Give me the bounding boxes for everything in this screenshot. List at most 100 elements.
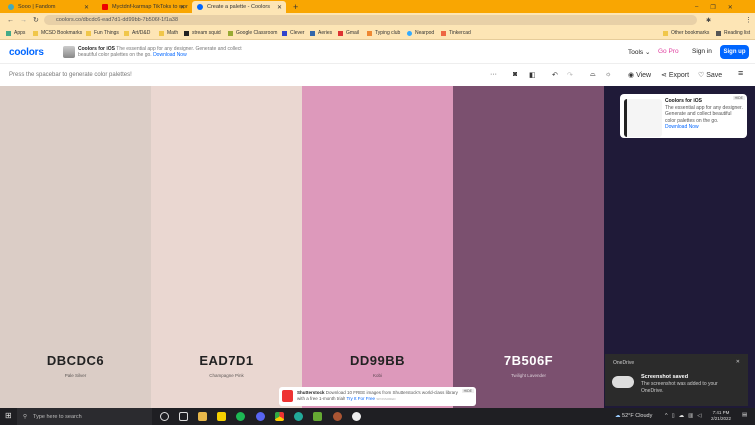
color-hex[interactable]: 7B506F <box>453 353 604 368</box>
color-column[interactable]: EAD7D1 Champagne Pink <box>151 86 302 408</box>
discord-icon[interactable] <box>256 412 265 421</box>
address-bar-row: ← → ↻ coolors.co/dbcdc6-ead7d1-dd99bb-7b… <box>0 13 755 27</box>
color-name: Pale Silver <box>64 373 87 378</box>
go-pro-link[interactable]: Go Pro <box>658 48 679 55</box>
taskbar-search[interactable]: ⚲ Type here to search <box>17 408 152 425</box>
sign-in-link[interactable]: Sign in <box>692 48 712 55</box>
redo-icon[interactable]: ↷ <box>567 71 573 79</box>
color-column[interactable]: 7B506F Twilight Lavender <box>453 86 604 408</box>
minecraft-icon[interactable] <box>313 412 322 421</box>
bookmark[interactable]: Tinkercad <box>441 30 471 36</box>
penguin-app-icon[interactable] <box>352 412 361 421</box>
onedrive-app-label: OneDrive <box>613 360 635 366</box>
bookmark[interactable]: Nearpod <box>407 30 434 36</box>
app-icon[interactable] <box>333 412 342 421</box>
close-icon[interactable]: ✕ <box>277 4 282 11</box>
back-icon[interactable]: ← <box>7 17 14 24</box>
extensions-icon[interactable]: ✱ <box>706 17 711 24</box>
download-link[interactable]: Download Now <box>153 52 187 58</box>
app-thumbnail <box>63 46 75 58</box>
bookmark[interactable]: Typing club <box>367 30 400 36</box>
export-button[interactable]: ⋖ Export <box>661 71 689 79</box>
bookmark[interactable]: Google Classroom <box>228 30 277 36</box>
color-name: Twilight Lavender <box>510 373 547 378</box>
system-tray-icons[interactable]: ^▯☁▥◁ <box>665 413 706 419</box>
color-name: Champagne Pink <box>209 373 244 378</box>
tools-menu[interactable]: Tools ⌄ <box>628 48 650 56</box>
bookmark[interactable]: stream squid <box>184 30 221 36</box>
bookmarks-bar: Apps MCSD Bookmarks Fun Things Art/D&D M… <box>0 27 755 40</box>
notifications-icon[interactable]: ▤ <box>742 412 747 418</box>
bookmark[interactable]: Art/D&D <box>124 30 150 36</box>
ad-text: The essential app for any designer. Gene… <box>665 104 743 124</box>
clock[interactable]: 7:41 PM 2/21/2022 <box>711 410 731 422</box>
ad-download-link[interactable]: Download Now <box>665 124 699 130</box>
try-free-link[interactable]: Try It For Free <box>346 396 375 401</box>
site-header: coolors Coolors for iOS The essential ap… <box>0 40 755 64</box>
tab-coolors[interactable]: Create a palette - Coolors ✕ <box>192 1 286 13</box>
url-input[interactable]: coolors.co/dbcdc6-ead7d1-dd99bb-7b506f-1… <box>44 15 697 25</box>
more-options-button[interactable]: ··· <box>490 71 497 78</box>
color-column[interactable]: DBCDC6 Pale Silver <box>0 86 151 408</box>
bookmark[interactable]: Aeries <box>310 30 332 36</box>
notification-title: Screenshot saved <box>641 374 689 380</box>
sign-up-button[interactable]: Sign up <box>720 45 749 59</box>
save-button[interactable]: ♡ Save <box>698 71 722 79</box>
undo-icon[interactable]: ↶ <box>552 71 558 79</box>
menu-icon[interactable]: ⋮ <box>745 16 752 24</box>
shutterstock-ad[interactable]: Shutterstock Download 10 FREE images fro… <box>279 387 476 406</box>
minimize-icon[interactable]: – <box>695 4 698 10</box>
heart-icon: ♡ <box>698 72 705 79</box>
reading-list[interactable]: Reading list <box>716 30 750 36</box>
tab-youtube[interactable]: Myctdnf-karmap TikToks to wor ✕ <box>97 1 189 13</box>
file-explorer-icon[interactable] <box>198 412 207 421</box>
close-icon[interactable]: ✕ <box>736 359 740 365</box>
phone-mockup-image <box>624 99 662 137</box>
notification-text: The screenshot was added to your OneDriv… <box>641 381 718 394</box>
bookmark[interactable]: Gmail <box>338 30 359 36</box>
hide-ad-button[interactable]: HIDE <box>732 96 745 100</box>
ios-ad-card[interactable]: Coolors for iOS The essential app for any… <box>620 94 747 138</box>
color-hex[interactable]: DD99BB <box>302 353 453 368</box>
brightness-icon[interactable]: ☼ <box>605 71 611 78</box>
glasses-icon[interactable]: ⌓ <box>590 71 596 79</box>
close-icon[interactable]: ✕ <box>180 4 185 11</box>
task-view-icon[interactable] <box>179 412 188 421</box>
tab-bar: Sooo | Fandom ✕ Myctdnf-karmap TikToks to… <box>0 0 755 13</box>
cortana-icon[interactable] <box>160 412 169 421</box>
onedrive-notification[interactable]: OneDrive ✕ Screenshot saved The screensh… <box>605 354 748 406</box>
coolors-logo[interactable]: coolors <box>9 47 44 58</box>
coolors-icon <box>197 4 203 10</box>
youtube-icon <box>102 4 108 10</box>
weather-widget[interactable]: ☁ 52°F Cloudy <box>615 413 652 419</box>
bookmark-apps[interactable]: Apps <box>6 30 25 36</box>
edge-icon[interactable] <box>294 412 303 421</box>
close-window-icon[interactable]: ✕ <box>728 4 733 11</box>
hamburger-menu-icon[interactable]: ≡ <box>738 68 743 78</box>
bookmark[interactable]: Math <box>159 30 178 36</box>
view-button[interactable]: ◉ View <box>628 71 651 79</box>
close-icon[interactable]: ✕ <box>84 4 89 11</box>
bookmark[interactable]: Clever <box>282 30 304 36</box>
color-name: Kobi <box>372 373 382 378</box>
color-column[interactable]: DD99BB Kobi <box>302 86 453 408</box>
bookmark[interactable]: Fun Things <box>86 30 119 36</box>
reload-icon[interactable]: ↻ <box>33 16 39 24</box>
color-hex[interactable]: DBCDC6 <box>0 353 151 368</box>
sticky-notes-icon[interactable] <box>217 412 226 421</box>
spotify-icon[interactable] <box>236 412 245 421</box>
forward-icon[interactable]: → <box>20 17 27 24</box>
hide-ad-button[interactable]: HIDE <box>461 389 474 393</box>
new-tab-button[interactable]: + <box>288 1 298 13</box>
chrome-icon[interactable] <box>275 412 284 421</box>
bookmark[interactable]: MCSD Bookmarks <box>33 30 82 36</box>
tab-fandom[interactable]: Sooo | Fandom ✕ <box>3 1 93 13</box>
restore-icon[interactable]: ❐ <box>710 4 715 11</box>
windows-start-icon[interactable]: ⊞ <box>5 411 12 420</box>
camera-icon[interactable]: ◙ <box>513 71 517 78</box>
panel-icon[interactable]: ◧ <box>529 71 536 79</box>
share-icon: ⋖ <box>661 72 667 79</box>
ad-title: Shutterstock <box>297 390 325 395</box>
color-hex[interactable]: EAD7D1 <box>151 353 302 368</box>
other-bookmarks[interactable]: Other bookmarks <box>663 30 709 36</box>
